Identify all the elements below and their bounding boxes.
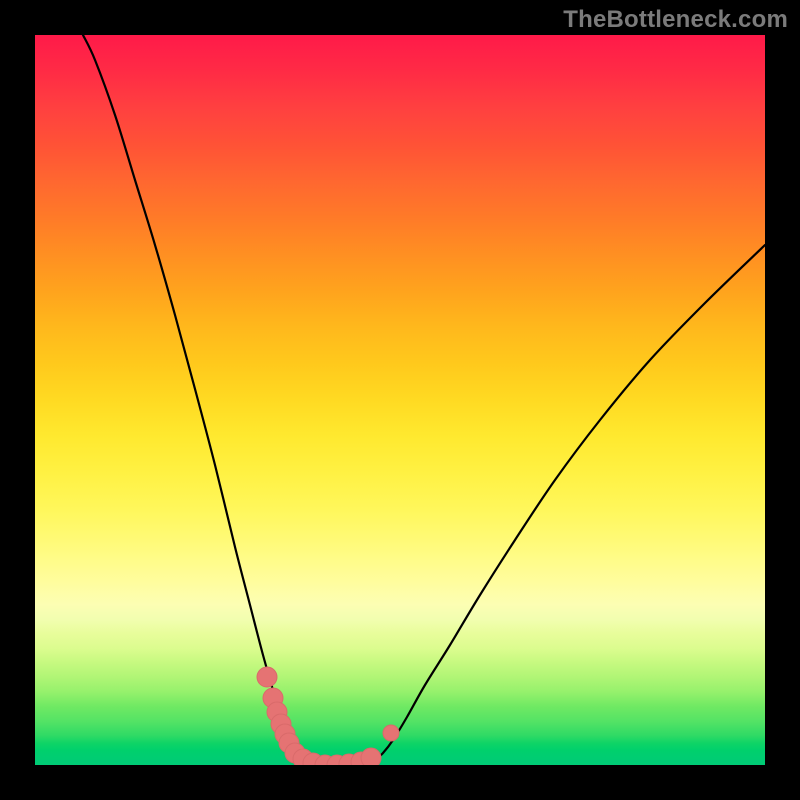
valley-marker bbox=[257, 667, 277, 687]
watermark-text: TheBottleneck.com bbox=[563, 6, 788, 34]
chart-frame: TheBottleneck.com bbox=[0, 0, 800, 800]
valley-marker bbox=[383, 725, 399, 741]
bottleneck-curve bbox=[83, 35, 765, 765]
chart-svg bbox=[35, 35, 765, 765]
curve-path bbox=[83, 35, 765, 765]
valley-marker bbox=[361, 748, 381, 765]
marker-group bbox=[257, 667, 399, 765]
